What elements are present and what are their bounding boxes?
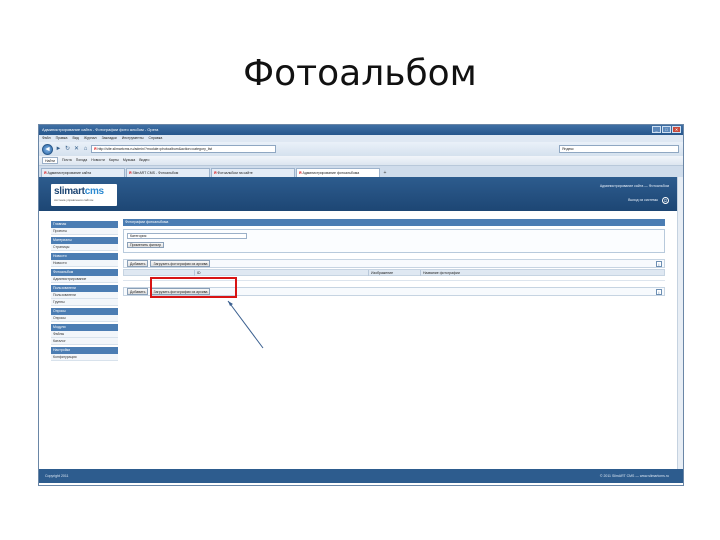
footer-credits: © 2011 SlimART CMS — www.slimartcms.ru [599, 474, 669, 478]
tab-favicon-icon: Я [44, 171, 47, 175]
home-icon[interactable]: ⌂ [82, 146, 89, 153]
apply-filter-button[interactable]: Применить фильтр [127, 242, 165, 248]
toolbar-maps[interactable]: Карты [109, 158, 119, 163]
close-window-button[interactable]: ✕ [672, 126, 681, 133]
grid-toolbar-top: Добавить Загрузить фотографии из архива … [123, 259, 665, 268]
address-bar[interactable]: Я http://site.slimartcms.ru/admin/?modul… [91, 145, 276, 153]
toolbar-news[interactable]: Новости [91, 158, 105, 163]
menu-bar: Файл Правка Вид Журнал Закладки Инструме… [39, 135, 683, 142]
tab-label: Администрирование фотоальбома [302, 171, 360, 175]
site-favicon-icon: Я [94, 147, 97, 151]
window-titlebar: Администрирование сайта - Фотографии фот… [39, 125, 683, 135]
tab-admin[interactable]: ЯАдминистрирование сайта [41, 168, 125, 177]
sidebar-head-polls[interactable]: Опросы [51, 308, 118, 315]
toolbar-music[interactable]: Музыка [123, 158, 135, 163]
logout-link[interactable]: Выход из системы [628, 198, 658, 203]
sidebar-head-news[interactable]: Новости [51, 253, 118, 260]
sidebar-item-catalog[interactable]: Каталог [51, 338, 118, 345]
tab-label: SlimART CMS - Фотоальбом [132, 171, 179, 175]
toolbar-weather[interactable]: Погода [76, 158, 88, 163]
sidebar-head-photoalbum[interactable]: Фотоальбом [51, 269, 118, 276]
info-icon[interactable]: i [656, 260, 662, 267]
address-url: http://site.slimartcms.ru/admin/?module=… [97, 147, 213, 151]
slide-title: Фотоальбом [243, 53, 477, 94]
add-button-bottom[interactable]: Добавить [127, 288, 149, 295]
stop-icon[interactable]: ✕ [73, 146, 80, 153]
tab-label: Фотоальбом на сайте [217, 171, 253, 175]
reload-icon[interactable]: ↻ [64, 146, 71, 153]
sidebar-item-pages[interactable]: Страницы [51, 244, 118, 251]
menu-help[interactable]: Справка [149, 135, 163, 142]
header-info: Администрирование сайта — Фотоальбом [599, 184, 669, 188]
window-title: Администрирование сайта - Фотографии фот… [42, 127, 159, 132]
tab-favicon-icon: Я [299, 171, 302, 175]
menu-edit[interactable]: Правка [56, 135, 68, 142]
new-tab-icon[interactable]: + [381, 169, 389, 177]
cms-header: slimartcms система управления сайтом Адм… [39, 177, 683, 211]
header-links: Выход из системы ⏻ [628, 197, 669, 204]
upload-archive-button-top[interactable]: Загрузить фотографии из архива [150, 260, 211, 267]
cms-sidebar: Главная Проекты Материалы Страницы Новос… [51, 219, 118, 361]
sidebar-item-news[interactable]: Новости [51, 260, 118, 267]
maximize-button[interactable]: □ [662, 126, 671, 133]
menu-bookmarks[interactable]: Закладки [102, 135, 117, 142]
annotation-arrow [227, 300, 264, 349]
sidebar-item-config[interactable]: Конфигурация [51, 354, 118, 361]
sidebar-item-files[interactable]: Файлы [51, 331, 118, 338]
sidebar-head-main[interactable]: Главная [51, 221, 118, 228]
sidebar-item-polls[interactable]: Опросы [51, 315, 118, 322]
tab-label: Администрирование сайта [47, 171, 92, 175]
sidebar-item-administration[interactable]: Администрирование [51, 276, 118, 283]
tab-bar: ЯАдминистрирование сайта ЯSlimART CMS - … [39, 166, 683, 177]
toolbar-search-button[interactable]: Найти [42, 157, 58, 164]
back-icon[interactable]: ◄ [42, 143, 53, 155]
cms-logo[interactable]: slimartcms система управления сайтом [51, 184, 117, 206]
sidebar-head-modules[interactable]: Модули [51, 324, 118, 331]
footer-copyright: Copyright 2011 [45, 474, 69, 478]
add-button-top[interactable]: Добавить [127, 260, 149, 267]
tab-photoalbum-site[interactable]: ЯФотоальбом на сайте [211, 168, 295, 177]
menu-view[interactable]: Вид [72, 135, 78, 142]
search-input[interactable]: Яндекс [559, 145, 679, 153]
minimize-button[interactable]: _ [652, 126, 661, 133]
sidebar-item-users[interactable]: Пользователи [51, 292, 118, 299]
sidebar-head-settings[interactable]: Настройки [51, 347, 118, 354]
highlight-box [150, 277, 237, 298]
window-controls: _ □ ✕ [652, 126, 681, 133]
sidebar-head-materials[interactable]: Материалы [51, 237, 118, 244]
grid-header: ID Изображение Название фотографии [123, 269, 665, 276]
sidebar-item-groups[interactable]: Группы [51, 299, 118, 306]
filter-actions: Применить фильтр [127, 242, 165, 248]
toolbar-video[interactable]: Видео [139, 158, 149, 163]
filter-box: Категория Применить фильтр [123, 229, 665, 253]
sidebar-item-projects[interactable]: Проекты [51, 228, 118, 235]
forward-icon[interactable]: ► [55, 146, 62, 153]
sidebar-head-users[interactable]: Пользователи [51, 285, 118, 292]
tab-photoalbum-admin[interactable]: ЯАдминистрирование фотоальбома [296, 168, 380, 177]
logo-subtitle: система управления сайтом [54, 198, 94, 202]
filter-row: Категория [127, 233, 247, 239]
tab-slimart[interactable]: ЯSlimART CMS - Фотоальбом [126, 168, 210, 177]
tab-favicon-icon: Я [129, 171, 132, 175]
category-select[interactable]: Категория [127, 233, 247, 239]
menu-history[interactable]: Журнал [84, 135, 97, 142]
browser-screenshot: Администрирование сайта - Фотографии фот… [38, 124, 684, 486]
browser-toolbar: Найти Почта Погода Новости Карты Музыка … [39, 156, 683, 166]
navigation-bar: ◄ ► ↻ ✕ ⌂ Я http://site.slimartcms.ru/ad… [39, 142, 683, 156]
menu-file[interactable]: Файл [42, 135, 51, 142]
page-scrollbar[interactable] [677, 177, 683, 469]
tab-favicon-icon: Я [214, 171, 217, 175]
page-title: Фотографии фотоальбома [123, 219, 665, 226]
menu-tools[interactable]: Инструменты [122, 135, 144, 142]
cms-footer: Copyright 2011 © 2011 SlimART CMS — www.… [39, 469, 683, 483]
info-icon[interactable]: i [656, 288, 662, 295]
power-icon[interactable]: ⏻ [662, 197, 669, 204]
toolbar-mail[interactable]: Почта [62, 158, 72, 163]
